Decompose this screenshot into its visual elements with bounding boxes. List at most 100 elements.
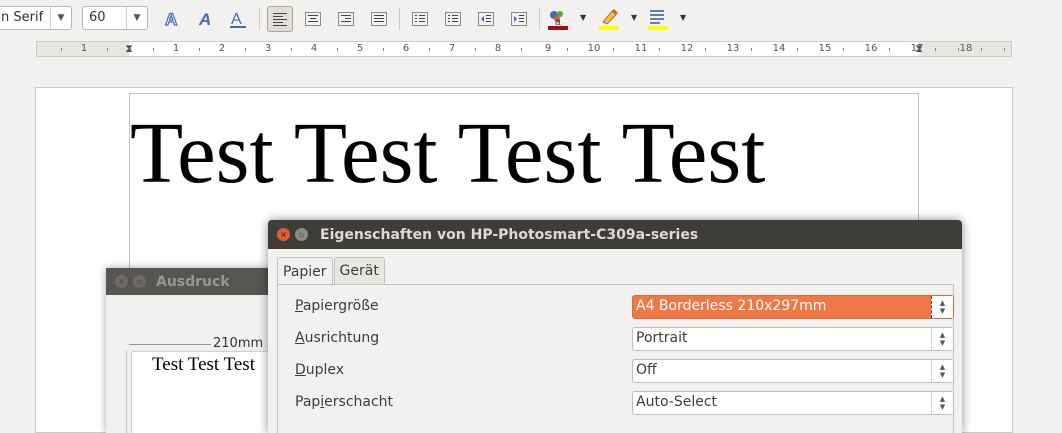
chevron-down-icon[interactable]: ▼ xyxy=(631,13,637,22)
ruler-number: 1 xyxy=(80,43,88,54)
paper-size-select[interactable]: A4 Borderless 210x297mm ▲ ▼ xyxy=(632,295,954,319)
ruler-number: 5 xyxy=(356,43,364,54)
spin-arrows-icon[interactable]: ▲ ▼ xyxy=(931,296,953,318)
paper-size-value: A4 Borderless 210x297mm xyxy=(636,298,827,314)
ruler-tick xyxy=(613,48,614,51)
paper-tray-select[interactable]: Auto-Select ▲ ▼ xyxy=(632,391,954,415)
ruler-number: 10 xyxy=(587,43,601,54)
toolbar-separator xyxy=(539,8,540,30)
numbered-list-icon[interactable] xyxy=(407,6,433,32)
font-name-combo[interactable]: n Serif ▼ xyxy=(0,6,72,30)
dimension-line xyxy=(129,344,211,345)
horizontal-ruler[interactable]: 1 1 2 3 4 5 6 7 8 9 10 11 12 13 14 15 16 17 18 ⧗ ⧗ xyxy=(36,41,1012,57)
maximize-icon[interactable]: ▫ xyxy=(295,228,308,241)
font-name-value: n Serif xyxy=(1,10,44,25)
ruler-tick xyxy=(245,48,246,51)
ruler-tick xyxy=(1004,48,1005,51)
tab-papier[interactable]: Papier xyxy=(277,257,333,286)
outline-font-icon[interactable]: A xyxy=(159,6,185,32)
increase-indent-icon[interactable] xyxy=(506,6,532,32)
chevron-down-icon[interactable]: ▼ xyxy=(50,7,71,29)
paper-tray-label: Papierschacht xyxy=(295,394,394,410)
preview-width-label: 210mm xyxy=(213,336,264,351)
font-size-value: 60 xyxy=(89,10,106,25)
ruler-tick xyxy=(153,48,154,51)
chevron-down-icon[interactable]: ▼ xyxy=(126,7,147,29)
ruler-number: 1 xyxy=(172,43,180,54)
font-size-combo[interactable]: 60 ▼ xyxy=(82,6,148,30)
font-color-icon[interactable]: a xyxy=(545,6,571,32)
ruler-number: 2 xyxy=(218,43,226,54)
shadow-font-icon[interactable]: A xyxy=(192,6,218,32)
ruler-number: 11 xyxy=(634,43,648,54)
ruler-number: 4 xyxy=(310,43,318,54)
font-color-letter-icon[interactable]: A xyxy=(225,6,251,32)
svg-text:A: A xyxy=(231,11,242,28)
right-indent-marker[interactable]: ⧗ xyxy=(915,42,923,56)
tab-bar: Papier Gerät xyxy=(277,257,386,286)
print-dialog-title: Ausdruck xyxy=(156,273,230,290)
duplex-value: Off xyxy=(636,362,657,378)
orientation-label: Ausrichtung xyxy=(295,330,380,346)
align-center-icon[interactable] xyxy=(300,6,326,32)
ruler-number: 8 xyxy=(494,43,502,54)
ruler-tick xyxy=(889,48,890,51)
print-dialog-titlebar[interactable]: × ▫ Ausdruck xyxy=(106,268,286,295)
ruler-tick xyxy=(935,48,936,51)
toolbar-separator xyxy=(399,8,400,30)
svg-text:A: A xyxy=(198,10,211,29)
spin-arrows-icon[interactable]: ▲ ▼ xyxy=(931,328,953,350)
paper-tray-value: Auto-Select xyxy=(636,394,718,410)
preview-text: Test Test Test xyxy=(152,354,255,375)
formatting-toolbar: n Serif ▼ 60 ▼ A A A a ▼ ▼ ▼ xyxy=(0,0,1062,38)
chevron-down-icon[interactable]: ▼ xyxy=(580,13,586,22)
highlighter-icon[interactable] xyxy=(596,6,622,32)
decrease-indent-icon[interactable] xyxy=(473,6,499,32)
tab-geraet[interactable]: Gerät xyxy=(333,257,385,284)
toolbar-separator xyxy=(259,8,260,30)
orientation-select[interactable]: Portrait ▲ ▼ xyxy=(632,327,954,351)
ruler-number: 13 xyxy=(726,43,740,54)
align-justify-icon[interactable] xyxy=(366,6,392,32)
duplex-select[interactable]: Off ▲ ▼ xyxy=(632,359,954,383)
ruler-tick xyxy=(567,48,568,51)
chevron-down-icon[interactable]: ▼ xyxy=(680,13,686,22)
ruler-tick xyxy=(61,48,62,51)
ruler-tick xyxy=(958,48,959,51)
print-dialog: × ▫ Ausdruck 210mm Test Test Test xyxy=(106,268,292,433)
orientation-value: Portrait xyxy=(636,330,688,346)
maximize-icon[interactable]: ▫ xyxy=(133,275,146,288)
ruler-number: 18 xyxy=(959,43,973,54)
ruler-tick xyxy=(429,48,430,51)
ruler-number: 9 xyxy=(544,43,552,54)
ruler-number: 14 xyxy=(772,43,786,54)
ruler-tick xyxy=(981,48,982,51)
svg-text:A: A xyxy=(165,10,177,29)
duplex-label: Duplex xyxy=(295,362,345,378)
ruler-number: 12 xyxy=(680,43,694,54)
align-left-icon[interactable] xyxy=(267,6,293,32)
paper-size-label: Papiergröße xyxy=(295,298,379,314)
ruler-tick xyxy=(383,48,384,51)
printer-properties-dialog: × ▫ Eigenschaften von HP-Photosmart-C309… xyxy=(268,220,962,433)
close-icon[interactable]: × xyxy=(115,275,128,288)
left-indent-marker[interactable]: ⧗ xyxy=(125,42,133,56)
ruler-tick xyxy=(337,48,338,51)
close-icon[interactable]: × xyxy=(277,228,290,241)
document-text[interactable]: Test Test Test Test xyxy=(130,98,765,208)
spin-arrows-icon[interactable]: ▲ ▼ xyxy=(931,392,953,414)
ruler-number: 16 xyxy=(864,43,878,54)
ruler-tick xyxy=(705,48,706,51)
ruler-tick xyxy=(107,48,108,51)
ruler-tick xyxy=(751,48,752,51)
dimension-line xyxy=(126,350,127,433)
align-right-icon[interactable] xyxy=(333,6,359,32)
ruler-number: 3 xyxy=(264,43,272,54)
properties-dialog-titlebar[interactable]: × ▫ Eigenschaften von HP-Photosmart-C309… xyxy=(268,220,962,249)
background-color-icon[interactable] xyxy=(645,6,671,32)
paper-settings-panel: Papiergröße A4 Borderless 210x297mm ▲ ▼ A… xyxy=(277,284,954,433)
ruler-tick xyxy=(843,48,844,51)
ruler-tick xyxy=(199,48,200,51)
bullet-list-icon[interactable] xyxy=(440,6,466,32)
spin-arrows-icon[interactable]: ▲ ▼ xyxy=(931,360,953,382)
